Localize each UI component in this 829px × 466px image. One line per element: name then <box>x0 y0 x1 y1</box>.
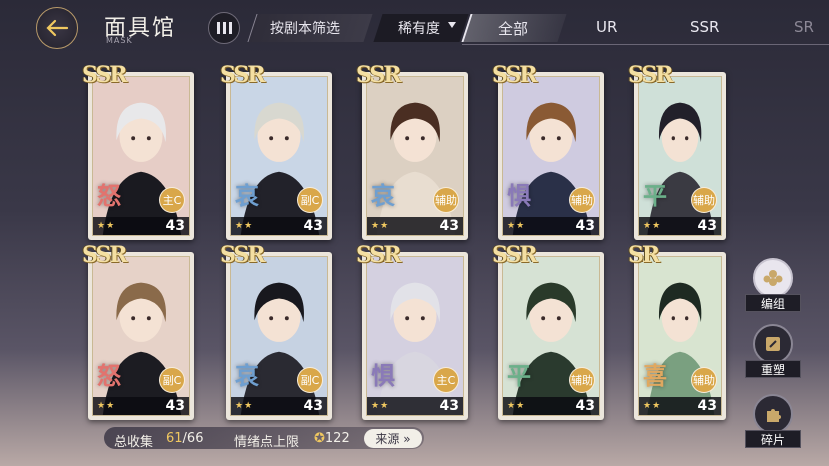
role-badge: 辅助 <box>691 367 717 393</box>
tab-ssr[interactable]: SSR <box>690 18 719 36</box>
level-number: 43 <box>575 398 595 414</box>
star-rating: ★★ <box>643 221 662 231</box>
level-number: 43 <box>439 398 459 414</box>
group-icon <box>753 258 793 298</box>
rarity-badge: SR <box>628 242 660 268</box>
emotion-limit-value: ✪122 <box>314 431 350 446</box>
source-button[interactable]: 来源 » <box>364 429 422 448</box>
back-button[interactable] <box>36 7 78 49</box>
star-rating: ★★ <box>371 221 390 231</box>
arrow-left-icon <box>46 19 69 37</box>
rarity-badge: SSR <box>492 62 538 88</box>
emotion-badge: 惧 <box>371 362 395 390</box>
star-rating: ★★ <box>235 401 254 411</box>
double-chevron-icon: » <box>399 431 411 446</box>
card-frame: 惧 主C ★★ 43 <box>366 256 464 416</box>
role-badge: 辅助 <box>569 367 595 393</box>
star-rating: ★★ <box>507 401 526 411</box>
card-frame: 平 辅助 ★★ 43 <box>502 256 600 416</box>
character-card[interactable]: 平 辅助 ★★ 43 SSR <box>492 242 604 420</box>
card-frame: 哀 副C ★★ 43 <box>230 76 328 236</box>
star-rating: ★★ <box>97 401 116 411</box>
dropdown-arrow-icon <box>448 22 456 28</box>
collect-count: 61/66 <box>166 431 204 446</box>
character-card[interactable]: 哀 辅助 ★★ 43 SSR <box>356 62 468 240</box>
collect-label: 总收集 <box>114 435 154 450</box>
level-number: 43 <box>575 218 595 234</box>
level-number: 43 <box>697 398 717 414</box>
emotion-badge: 惧 <box>507 182 531 210</box>
emotion-badge: 哀 <box>235 182 259 210</box>
group-label: 编组 <box>745 294 801 312</box>
character-card[interactable]: 惧 主C ★★ 43 SSR <box>356 242 468 420</box>
tab-all[interactable]: 全部 <box>498 18 528 39</box>
star-rating: ★★ <box>507 221 526 231</box>
role-badge: 副C <box>297 367 323 393</box>
emotion-badge: 哀 <box>371 182 395 210</box>
level-number: 43 <box>165 218 185 234</box>
role-badge: 副C <box>159 367 185 393</box>
level-number: 43 <box>697 218 717 234</box>
rarity-badge: SSR <box>628 62 674 88</box>
emotion-badge: 怒 <box>97 362 121 390</box>
character-card[interactable]: 平 辅助 ★★ 43 SSR <box>628 62 726 240</box>
role-badge: 主C <box>433 367 459 393</box>
card-frame: 哀 辅助 ★★ 43 <box>366 76 464 236</box>
emotion-badge: 喜 <box>643 362 667 390</box>
level-number: 43 <box>439 218 459 234</box>
reshape-icon <box>753 324 793 364</box>
emotion-limit-label: 情绪点上限 <box>234 435 300 450</box>
tab-sr[interactable]: SR <box>794 18 814 36</box>
rarity-badge: SSR <box>356 62 402 88</box>
rarity-badge: SSR <box>356 242 402 268</box>
role-badge: 辅助 <box>569 187 595 213</box>
sort-label: 稀有度 <box>398 21 440 37</box>
reshape-label: 重塑 <box>745 360 801 378</box>
card-frame: 怒 主C ★★ 43 <box>92 76 190 236</box>
star-rating: ★★ <box>371 401 390 411</box>
top-bar: 面具馆 MASK 按剧本筛选 稀有度 全部 UR SSR SR <box>0 0 829 56</box>
fragment-label: 碎片 <box>745 430 801 448</box>
level-number: 43 <box>303 218 323 234</box>
card-frame: 平 辅助 ★★ 43 <box>638 76 722 236</box>
puzzle-icon <box>753 394 793 434</box>
role-badge: 辅助 <box>433 187 459 213</box>
character-card[interactable]: 怒 副C ★★ 43 SSR <box>82 242 194 420</box>
page-subtitle: MASK <box>106 36 133 45</box>
fragment-button[interactable]: 碎片 <box>745 394 801 448</box>
view-toggle-button[interactable] <box>208 12 240 44</box>
emotion-badge: 哀 <box>235 362 259 390</box>
card-frame: 喜 辅助 ★★ 43 <box>638 256 722 416</box>
star-rating: ★★ <box>643 401 662 411</box>
level-number: 43 <box>303 398 323 414</box>
rarity-badge: SSR <box>220 242 266 268</box>
star-rating: ★★ <box>235 221 254 231</box>
tab-divider <box>462 44 829 45</box>
emotion-badge: 平 <box>507 362 531 390</box>
level-number: 43 <box>165 398 185 414</box>
card-frame: 哀 副C ★★ 43 <box>230 256 328 416</box>
star-rating: ★★ <box>97 221 116 231</box>
script-filter-label: 按剧本筛选 <box>270 21 340 37</box>
star-icon: ✪ <box>314 431 325 446</box>
group-button[interactable]: 编组 <box>745 258 801 312</box>
character-card[interactable]: 怒 主C ★★ 43 SSR <box>82 62 194 240</box>
rarity-badge: SSR <box>82 242 128 268</box>
card-frame: 怒 副C ★★ 43 <box>92 256 190 416</box>
rarity-badge: SSR <box>492 242 538 268</box>
rarity-badge: SSR <box>82 62 128 88</box>
character-card[interactable]: 哀 副C ★★ 43 SSR <box>220 242 332 420</box>
role-badge: 副C <box>297 187 323 213</box>
emotion-badge: 平 <box>643 182 667 210</box>
character-card[interactable]: 惧 辅助 ★★ 43 SSR <box>492 62 604 240</box>
character-card[interactable]: 哀 副C ★★ 43 SSR <box>220 62 332 240</box>
reshape-button[interactable]: 重塑 <box>745 324 801 378</box>
tab-ur[interactable]: UR <box>596 18 617 36</box>
role-badge: 辅助 <box>691 187 717 213</box>
role-badge: 主C <box>159 187 185 213</box>
emotion-badge: 怒 <box>97 182 121 210</box>
card-frame: 惧 辅助 ★★ 43 <box>502 76 600 236</box>
character-card[interactable]: 喜 辅助 ★★ 43 SR <box>628 242 726 420</box>
rarity-badge: SSR <box>220 62 266 88</box>
